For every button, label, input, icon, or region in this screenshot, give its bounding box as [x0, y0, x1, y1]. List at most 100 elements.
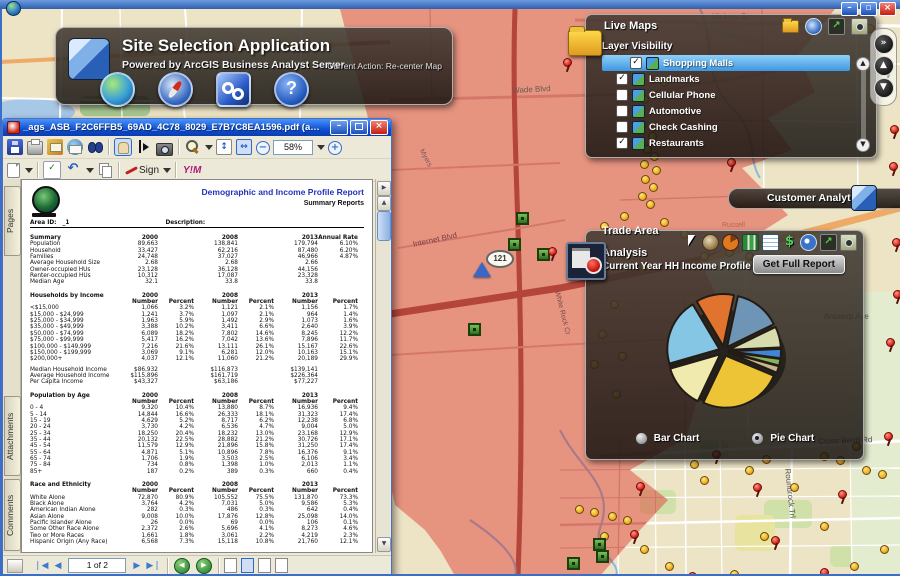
- caret-icon[interactable]: [85, 162, 94, 178]
- radio-bar-chart[interactable]: Bar Chart: [634, 432, 699, 445]
- layer-scroll-up-icon[interactable]: ▲: [856, 57, 870, 71]
- spellcheck-icon[interactable]: [43, 161, 61, 179]
- pdf-maximize-button[interactable]: [350, 120, 368, 135]
- caret-icon[interactable]: [24, 162, 33, 178]
- sign-pen-icon[interactable]: [124, 162, 136, 178]
- two-up-layout-icon[interactable]: [274, 558, 288, 573]
- get-full-report-button[interactable]: Get Full Report: [752, 255, 845, 274]
- cursor-icon[interactable]: [684, 234, 699, 249]
- find-icon[interactable]: [87, 139, 103, 155]
- layer-checkbox[interactable]: ✓: [630, 57, 642, 69]
- pan-icon[interactable]: [702, 233, 719, 251]
- customer-analytics-bar[interactable]: Customer Analytics: [728, 185, 900, 211]
- sidebar-tab-pages[interactable]: Pages: [4, 186, 21, 256]
- newpage-icon[interactable]: [7, 163, 20, 179]
- globe-icon[interactable]: [100, 72, 135, 107]
- single-page-layout-icon[interactable]: [223, 558, 237, 573]
- pie-tool-icon[interactable]: [722, 233, 739, 251]
- table-tool-icon[interactable]: [762, 233, 779, 251]
- layer-scroll-down-icon[interactable]: ▼: [856, 138, 870, 152]
- layer-checkbox[interactable]: [616, 121, 628, 133]
- snapshot-icon[interactable]: [840, 233, 857, 251]
- layer-item-landmarks[interactable]: ✓ Landmarks: [602, 71, 850, 87]
- snapshot-icon[interactable]: [851, 17, 868, 35]
- convert-icon[interactable]: [47, 138, 63, 155]
- facing-layout-icon[interactable]: [257, 558, 271, 573]
- settings-cube-icon[interactable]: [216, 72, 251, 107]
- prev-page-icon[interactable]: ◀: [51, 558, 64, 574]
- undo-icon[interactable]: [65, 162, 81, 178]
- panel-expand-icon[interactable]: ▶: [377, 181, 391, 196]
- layer-item-shopping-malls[interactable]: ✓ Shopping Malls: [602, 55, 850, 71]
- save-icon[interactable]: [7, 138, 23, 155]
- live-maps-folder-icon[interactable]: [568, 26, 602, 56]
- window-minimize-button[interactable]: –: [841, 2, 858, 16]
- layer-checkbox[interactable]: [616, 105, 628, 117]
- folder-icon[interactable]: [782, 17, 799, 33]
- collapse-panel-icon[interactable]: »: [873, 34, 894, 54]
- street-label: Russell: [722, 222, 745, 229]
- scroll-down-icon[interactable]: ▼: [377, 537, 391, 552]
- pan-down-icon[interactable]: ▼: [873, 78, 894, 98]
- page-display-options-icon[interactable]: [7, 558, 23, 573]
- window-maximize-button[interactable]: ▫: [860, 2, 877, 16]
- zoom-level-input[interactable]: 58%: [273, 139, 313, 155]
- previous-view-icon[interactable]: ◀: [173, 557, 190, 574]
- export-icon[interactable]: [828, 17, 845, 35]
- caret-icon[interactable]: [316, 139, 325, 155]
- scroll-thumb[interactable]: [377, 211, 391, 241]
- pdf-close-button[interactable]: ×: [370, 120, 388, 135]
- layer-checkbox[interactable]: ✓: [616, 73, 628, 85]
- zoom-out-icon[interactable]: [256, 140, 270, 155]
- sign-button[interactable]: Sign: [139, 165, 159, 176]
- trade-area-snapshot-icon[interactable]: [566, 242, 606, 280]
- help-icon[interactable]: [274, 72, 309, 107]
- zoom-in-icon[interactable]: [328, 140, 342, 155]
- first-page-icon[interactable]: ❘◀: [31, 558, 51, 574]
- last-page-icon[interactable]: ▶❘: [143, 558, 163, 574]
- layer-checkbox[interactable]: [616, 89, 628, 101]
- radio-pie-chart[interactable]: Pie Chart: [751, 432, 814, 445]
- page-number-input[interactable]: 1 of 2: [68, 558, 127, 573]
- scroll-up-icon[interactable]: ▲: [377, 196, 391, 211]
- select-icon[interactable]: [136, 139, 152, 155]
- pan-up-icon[interactable]: ▲: [873, 56, 894, 76]
- layer-label: Shopping Malls: [663, 57, 734, 69]
- next-page-icon[interactable]: ▶: [130, 558, 143, 574]
- settings-icon[interactable]: [800, 233, 817, 251]
- caret-icon[interactable]: [204, 139, 213, 155]
- layer-item-cellular-phone[interactable]: Cellular Phone: [602, 87, 850, 103]
- sign-caret-icon[interactable]: [162, 162, 172, 178]
- dollar-icon[interactable]: [782, 234, 797, 249]
- radio-dot-icon[interactable]: [751, 432, 765, 445]
- print-icon[interactable]: [27, 138, 43, 155]
- pdf-minimize-button[interactable]: –: [330, 120, 348, 135]
- pdf-viewer-window: _ags_ASB_F2C6FFB5_69AD_4C78_8029_E7B7C8E…: [2, 118, 392, 576]
- snapshot-icon[interactable]: [156, 142, 173, 156]
- pdf-scrollbar[interactable]: ▶ ▲ ▼: [375, 179, 391, 553]
- fit-page-icon[interactable]: [216, 138, 232, 155]
- fit-width-icon[interactable]: [236, 138, 252, 155]
- chart-tool-icon[interactable]: [742, 233, 759, 251]
- layer-item-automotive[interactable]: Automotive: [602, 103, 850, 119]
- continuous-layout-icon[interactable]: [240, 558, 254, 573]
- pdf-document-page[interactable]: Demographic and Income Profile Report Su…: [21, 179, 373, 553]
- pushpin-icon: [890, 125, 899, 134]
- radio-dot-icon[interactable]: [634, 432, 648, 445]
- layer-item-restaurants[interactable]: ✓ Restaurants: [602, 135, 850, 151]
- window-close-button[interactable]: ×: [879, 2, 896, 16]
- email-icon[interactable]: [67, 138, 83, 155]
- sidebar-tab-attachments[interactable]: Attachments: [4, 396, 21, 476]
- pdf-window-titlebar[interactable]: _ags_ASB_F2C6FFB5_69AD_4C78_8029_E7B7C8E…: [3, 119, 391, 136]
- compass-icon[interactable]: [158, 72, 193, 107]
- yahoo-messenger-icon[interactable]: Y!M: [183, 165, 201, 176]
- export-icon[interactable]: [820, 233, 837, 251]
- tools-icon[interactable]: [805, 17, 822, 35]
- copy-icon[interactable]: [97, 162, 113, 178]
- layer-checkbox[interactable]: ✓: [616, 137, 628, 149]
- hand-icon[interactable]: [114, 138, 132, 156]
- zoomtool-icon[interactable]: [184, 139, 200, 155]
- next-view-icon[interactable]: ▶: [195, 557, 212, 574]
- layer-item-check-cashing[interactable]: Check Cashing: [602, 119, 850, 135]
- sidebar-tab-comments[interactable]: Comments: [4, 479, 21, 551]
